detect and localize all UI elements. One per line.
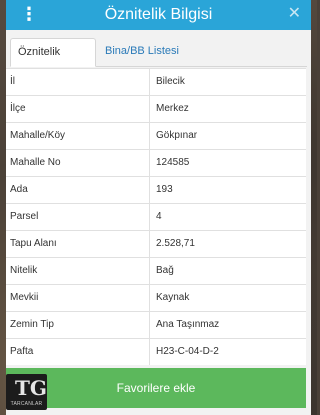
table-row: İl Bilecik	[6, 69, 306, 96]
table-row: Mahalle No 124585	[6, 150, 306, 177]
attribute-key: Pafta	[10, 346, 34, 357]
column-divider	[149, 231, 150, 257]
close-icon[interactable]: ✕	[288, 5, 301, 23]
attribute-key: İlçe	[10, 103, 26, 114]
attribute-value: Gökpınar	[156, 130, 198, 141]
column-divider	[149, 312, 150, 338]
column-divider	[149, 339, 150, 365]
table-row: Tapu Alanı 2.528,71	[6, 231, 306, 258]
attribute-value: H23-C-04-D-2	[156, 346, 219, 357]
attribute-table: İl Bilecik İlçe Merkez Mahalle/Köy Gökpı…	[6, 68, 306, 365]
table-row: Mahalle/Köy Gökpınar	[6, 123, 306, 150]
column-divider	[149, 204, 150, 230]
add-to-favorites-button[interactable]: Favorilere ekle	[6, 368, 306, 408]
attribute-key: Mahalle/Köy	[10, 130, 66, 141]
table-row: Pafta H23-C-04-D-2	[6, 339, 306, 365]
attribute-key: Tapu Alanı	[10, 238, 57, 249]
brand-logo: TG TARCANLAR	[6, 374, 47, 410]
panel-title: Öznitelik Bilgisi	[104, 6, 213, 23]
panel-header: ⋮ Öznitelik Bilgisi ✕	[6, 0, 311, 30]
attribute-value: Kaynak	[156, 292, 190, 303]
table-row: Parsel 4	[6, 204, 306, 231]
attribute-value: Bilecik	[156, 76, 185, 87]
table-row: Nitelik Bağ	[6, 258, 306, 285]
attribute-value: Ana Taşınmaz	[156, 319, 220, 330]
table-row: İlçe Merkez	[6, 96, 306, 123]
column-divider	[149, 150, 150, 176]
column-divider	[149, 69, 150, 95]
attribute-key: Nitelik	[10, 265, 38, 276]
column-divider	[149, 123, 150, 149]
logo-mark: TG	[15, 376, 47, 400]
attribute-key: Mevkii	[10, 292, 39, 303]
column-divider	[149, 177, 150, 203]
attribute-value: 2.528,71	[156, 238, 195, 249]
attribute-value: Bağ	[156, 265, 174, 276]
attribute-key: Zemin Tip	[10, 319, 54, 330]
attribute-key: İl	[10, 76, 15, 87]
attribute-value: 193	[156, 184, 173, 195]
column-divider	[149, 285, 150, 311]
logo-name: TARCANLAR	[10, 401, 43, 407]
attribute-value: Merkez	[156, 103, 189, 114]
column-divider	[149, 258, 150, 284]
attribute-key: Mahalle No	[10, 157, 61, 168]
table-row: Ada 193	[6, 177, 306, 204]
tab-bar: Öznitelik Bilgisi Bina/BB Listesi	[10, 38, 307, 85]
attribute-value: 4	[156, 211, 162, 222]
attribute-key: Ada	[10, 184, 28, 195]
table-row: Zemin Tip Ana Taşınmaz	[6, 312, 306, 339]
attribute-value: 124585	[156, 157, 190, 168]
tab-attribute-info[interactable]: Öznitelik Bilgisi	[10, 38, 96, 85]
tab-building-list[interactable]: Bina/BB Listesi	[98, 38, 186, 66]
column-divider	[149, 96, 150, 122]
table-row: Mevkii Kaynak	[6, 285, 306, 312]
attribute-key: Parsel	[10, 211, 39, 222]
